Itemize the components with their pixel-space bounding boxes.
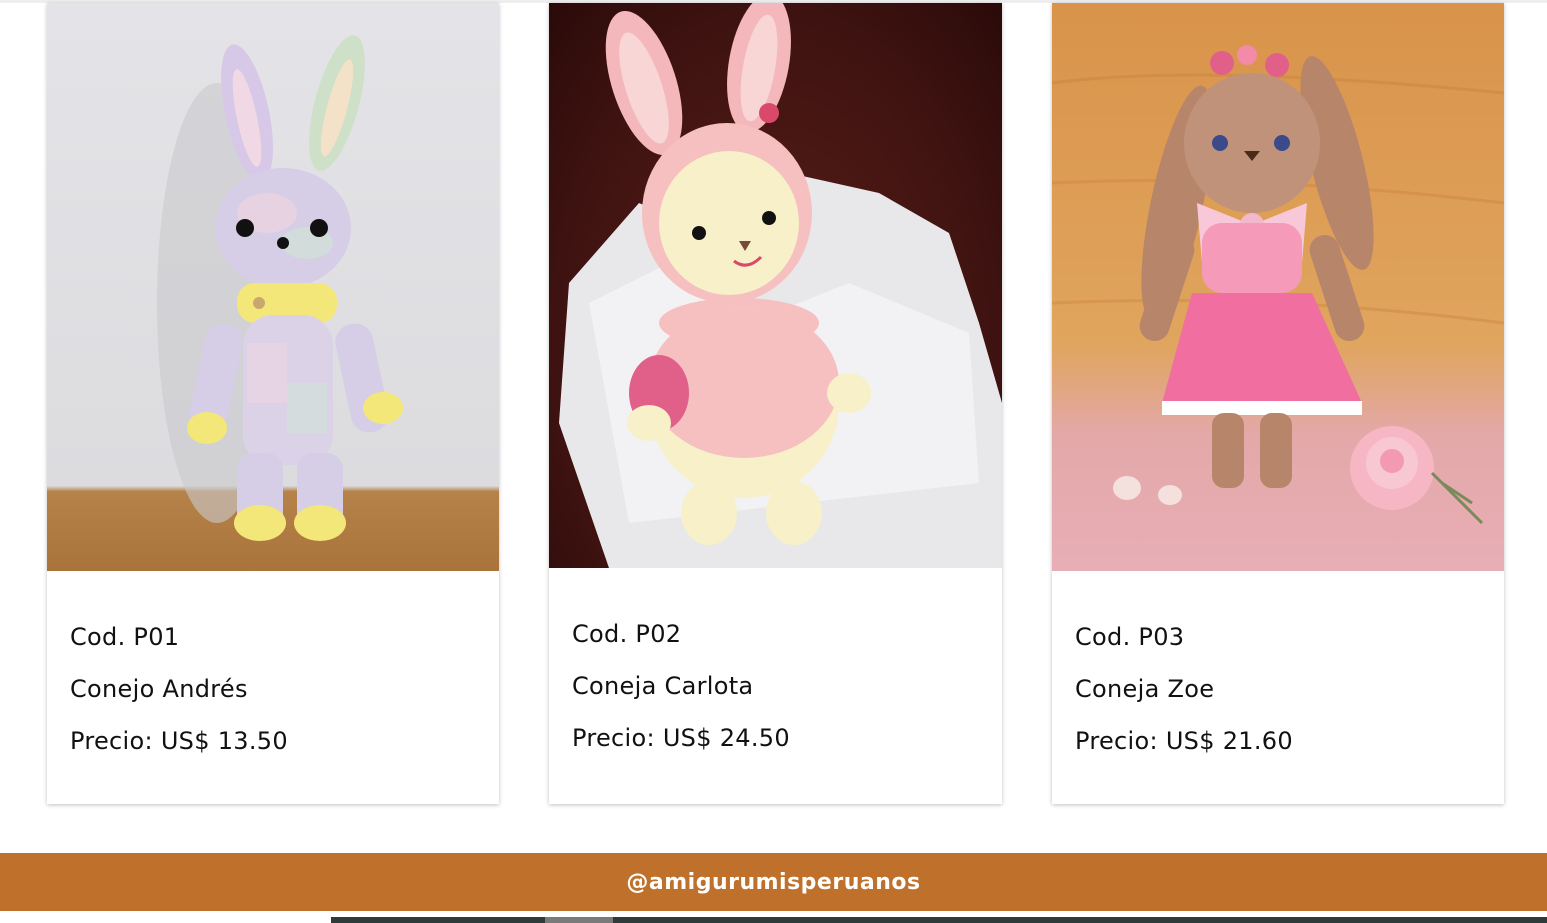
product-name: Coneja Carlota: [572, 672, 754, 700]
social-handle-link[interactable]: @amigurumisperuanos: [626, 870, 920, 895]
product-card-p01[interactable]: Cod. P01 Conejo Andrés Precio: US$ 13.50: [47, 3, 499, 804]
product-price: Precio: US$ 13.50: [70, 727, 288, 755]
footer: @amigurumisperuanos: [0, 853, 1547, 911]
bunny-zoe-image: [1052, 45, 1504, 525]
product-code: Cod. P03: [1075, 623, 1185, 651]
product-image-p02[interactable]: [549, 3, 1002, 568]
scrollbar-track[interactable]: [331, 917, 1547, 923]
product-card-p02[interactable]: Cod. P02 Coneja Carlota Precio: US$ 24.5…: [549, 3, 1002, 804]
product-code: Cod. P02: [572, 620, 682, 648]
product-image-p01[interactable]: [47, 3, 499, 571]
product-name: Coneja Zoe: [1075, 675, 1215, 703]
product-price: Precio: US$ 21.60: [1075, 727, 1293, 755]
bunny-carlota-image: [559, 3, 1002, 568]
product-info-p01: Cod. P01 Conejo Andrés Precio: US$ 13.50: [47, 571, 499, 755]
product-info-p02: Cod. P02 Coneja Carlota Precio: US$ 24.5…: [549, 568, 1002, 752]
product-name: Conejo Andrés: [70, 675, 248, 703]
product-page: Cod. P01 Conejo Andrés Precio: US$ 13.50: [0, 0, 1547, 923]
product-image-p03[interactable]: [1052, 3, 1504, 571]
product-code: Cod. P01: [70, 623, 180, 651]
bunny-andres-image: [157, 35, 403, 541]
product-info-p03: Cod. P03 Coneja Zoe Precio: US$ 21.60: [1052, 571, 1504, 755]
product-price: Precio: US$ 24.50: [572, 724, 790, 752]
bottom-strip: [0, 911, 1547, 923]
product-card-p03[interactable]: Cod. P03 Coneja Zoe Precio: US$ 21.60: [1052, 3, 1504, 804]
scrollbar-thumb[interactable]: [545, 917, 613, 923]
